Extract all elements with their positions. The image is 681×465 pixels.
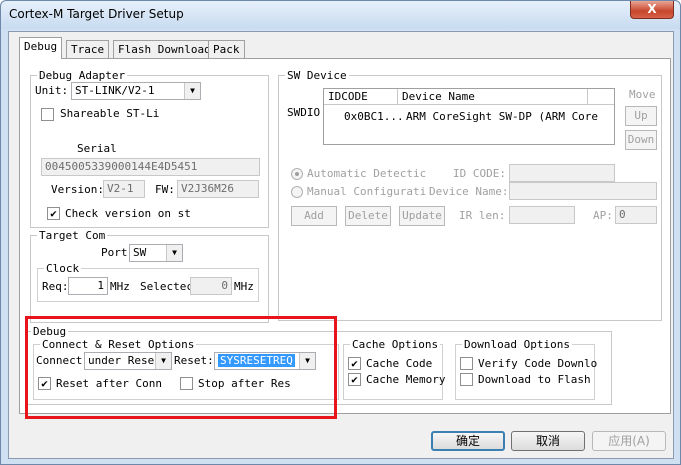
cache-code-label: Cache Code <box>366 357 433 370</box>
apply-button[interactable]: 应用(A) <box>592 431 666 451</box>
ir-len-label: IR len: <box>459 209 506 222</box>
chevron-down-icon: ▼ <box>184 83 200 99</box>
connect-reset-group: Connect & Reset Options Connect: under R… <box>33 338 339 400</box>
title-bar[interactable]: Cortex-M Target Driver Setup X <box>1 1 680 29</box>
version-field: V2-1 <box>103 180 145 198</box>
target-com-legend: Target Com <box>37 229 108 242</box>
tab-debug[interactable]: Debug <box>19 37 63 59</box>
sw-device-table[interactable]: IDCODE Device Name 0x0BC1... ARM CoreSig… <box>323 88 615 145</box>
reset-label: Reset: <box>174 354 214 367</box>
req-label: Req: <box>42 280 69 293</box>
delete-button[interactable]: Delete <box>345 206 391 226</box>
fw-label: FW: <box>155 183 175 196</box>
connect-label: Connect: <box>36 354 89 367</box>
debug-adapter-legend: Debug Adapter <box>37 69 128 82</box>
selected-unit: MHz <box>234 280 254 293</box>
blank-column-header <box>588 89 614 105</box>
reset-after-conn-checkbox[interactable]: ✔ <box>38 377 51 390</box>
id-code-field <box>509 164 615 182</box>
device-name-field <box>509 182 657 200</box>
target-com-group: Target Com Port SW ▼ Clock Req: 1 MHz Se… <box>30 229 269 323</box>
window-title: Cortex-M Target Driver Setup <box>9 7 184 21</box>
stop-after-res-checkbox[interactable] <box>180 377 193 390</box>
chevron-down-icon: ▼ <box>299 353 315 369</box>
swdio-label: SWDIO <box>287 106 321 119</box>
update-button[interactable]: Update <box>399 206 445 226</box>
unit-value: ST-LINK/V2-1 <box>75 84 155 97</box>
verify-label: Verify Code Downlo <box>478 357 598 370</box>
ap-label: AP: <box>593 209 613 222</box>
download-flash-checkbox[interactable] <box>460 373 473 386</box>
auto-detect-radio[interactable] <box>291 168 303 180</box>
idcode-column-header[interactable]: IDCODE <box>324 89 398 105</box>
serial-label: Serial <box>77 142 117 155</box>
connect-value: under Reset <box>88 354 161 367</box>
version-label: Version: <box>51 183 104 196</box>
sw-device-group: SW Device SWDIO IDCODE Device Name 0x0BC… <box>278 69 662 321</box>
ir-len-field <box>509 206 575 224</box>
shareable-label: Shareable ST-Li <box>60 107 160 120</box>
ap-field: 0 <box>615 206 657 224</box>
device-name-label: Device Name: <box>429 185 509 198</box>
download-options-group: Download Options Verify Code Downlo Down… <box>455 338 598 400</box>
clock-legend: Clock <box>44 262 82 275</box>
unit-select[interactable]: ST-LINK/V2-1 ▼ <box>71 82 201 100</box>
close-button[interactable]: X <box>630 1 674 19</box>
debug-options-legend: Debug <box>31 325 69 338</box>
debug-options-group: Debug Connect & Reset Options Connect: u… <box>26 325 612 405</box>
serial-field: 0045005339000144E4D5451 <box>41 158 260 176</box>
fw-field: V2J36M26 <box>177 180 259 198</box>
dialog-window: Cortex-M Target Driver Setup X Debug Tra… <box>0 0 681 465</box>
tab-trace[interactable]: Trace <box>66 40 110 60</box>
check-version-label: Check version on st <box>65 207 191 220</box>
download-flash-label: Download to Flash <box>478 373 591 386</box>
download-options-legend: Download Options <box>462 338 572 351</box>
shareable-checkbox[interactable] <box>41 108 54 121</box>
table-row-device-name[interactable]: ARM CoreSight SW-DP (ARM Core <box>406 110 598 123</box>
cache-options-group: Cache Options ✔ Cache Code ✔ Cache Memor… <box>343 338 446 400</box>
selected-field: 0 <box>190 277 232 295</box>
id-code-label: ID CODE: <box>453 167 506 180</box>
chevron-down-icon: ▼ <box>155 353 171 369</box>
manual-config-label: Manual Configurati <box>307 185 427 198</box>
cache-memory-checkbox[interactable]: ✔ <box>348 373 361 386</box>
sw-device-legend: SW Device <box>285 69 349 82</box>
check-version-checkbox[interactable]: ✔ <box>47 207 60 220</box>
chevron-down-icon: ▼ <box>166 245 182 261</box>
auto-detect-label: Automatic Detectic <box>307 167 427 180</box>
manual-config-radio[interactable] <box>291 186 303 198</box>
unit-label: Unit: <box>35 84 69 97</box>
reset-after-conn-label: Reset after Conn <box>56 377 162 390</box>
req-unit: MHz <box>110 280 130 293</box>
selected-label: Selectec <box>140 280 193 293</box>
move-down-button[interactable]: Down <box>625 130 657 150</box>
cache-options-legend: Cache Options <box>350 338 441 351</box>
move-label: Move <box>629 88 656 101</box>
connect-select[interactable]: under Reset ▼ <box>84 352 172 370</box>
port-select[interactable]: SW ▼ <box>129 244 183 262</box>
move-up-button[interactable]: Up <box>625 106 657 126</box>
port-value: SW <box>133 246 147 259</box>
tab-pack[interactable]: Pack <box>208 40 245 60</box>
cache-memory-label: Cache Memory <box>366 373 446 386</box>
req-field[interactable]: 1 <box>68 277 108 295</box>
debug-tab-panel: Debug Adapter Unit: ST-LINK/V2-1 ▼ Share… <box>19 58 671 414</box>
port-label: Port <box>101 246 128 259</box>
ok-button[interactable]: 确定 <box>431 431 505 451</box>
stop-after-res-label: Stop after Res <box>198 377 291 390</box>
reset-select[interactable]: SYSRESETREQ ▼ <box>214 352 316 370</box>
cache-code-checkbox[interactable]: ✔ <box>348 357 361 370</box>
reset-value: SYSRESETREQ <box>218 354 295 367</box>
cancel-button[interactable]: 取消 <box>511 431 585 451</box>
clock-group: Clock Req: 1 MHz Selectec 0 MHz <box>37 262 259 302</box>
device-name-column-header[interactable]: Device Name <box>398 89 588 105</box>
debug-adapter-group: Debug Adapter Unit: ST-LINK/V2-1 ▼ Share… <box>30 69 269 228</box>
table-row-idcode[interactable]: 0x0BC1... <box>344 110 404 123</box>
connect-reset-legend: Connect & Reset Options <box>40 338 197 351</box>
tab-flash-download[interactable]: Flash Download <box>113 40 216 60</box>
verify-checkbox[interactable] <box>460 357 473 370</box>
dialog-client: Debug Trace Flash Download Pack Debug Ad… <box>8 31 674 459</box>
add-button[interactable]: Add <box>291 206 337 226</box>
